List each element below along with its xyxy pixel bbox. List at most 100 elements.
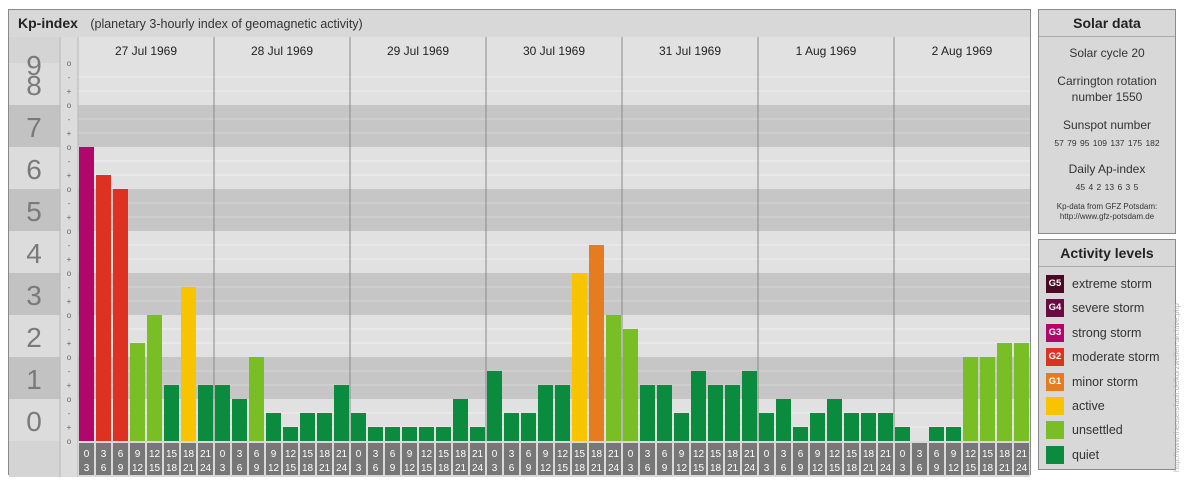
hour-end-label: 21 [727,463,739,474]
kp-bar [487,370,502,441]
kp-bar [198,385,213,441]
band [78,63,1030,105]
hour-start-label: 18 [591,449,603,460]
kp-bar [708,385,723,441]
hour-end-label: 12 [132,463,144,474]
kp-bar [538,385,553,441]
hour-start-label: 9 [679,449,685,460]
hour-start-label: 18 [727,449,739,460]
legend-label: quiet [1072,447,1100,462]
hour-start-label: 0 [628,449,634,460]
hour-start-label: 6 [254,449,260,460]
kp-bar [606,315,621,441]
hour-end-label: 18 [302,463,314,474]
y-tick-label: 6 [26,154,42,185]
y-tick-label: 5 [26,196,42,227]
sunspot-label: Sunspot number [1062,118,1152,132]
hour-end-label: 24 [200,463,212,474]
hour-end-label: 6 [101,463,107,474]
source-line1: Kp-data from GFZ Potsdam: [1056,202,1158,211]
y-tick-label: 3 [26,280,42,311]
hour-end-label: 9 [390,463,396,474]
hour-start-label: 9 [135,449,141,460]
hour-end-label: 6 [781,463,787,474]
ap-values: 45 4 2 13 6 3 5 [1075,182,1139,192]
hour-start-label: 0 [764,449,770,460]
hour-end-label: 15 [149,463,161,474]
hour-end-label: 12 [540,463,552,474]
hour-end-label: 24 [472,463,484,474]
hour-end-label: 24 [336,463,348,474]
kp-bar [946,427,961,441]
activity-levels-panel: Activity levels G5 extreme storm G4 severe … [1038,239,1176,470]
minor-mark: - [68,325,71,334]
hour-start-label: 15 [710,449,722,460]
minor-mark: o [67,227,72,236]
hour-end-label: 9 [526,463,532,474]
solar-data-panel: Solar data Solar cycle 20 Carrington rot… [1038,9,1176,234]
hour-end-label: 9 [798,463,804,474]
hour-start-label: 18 [863,449,875,460]
kp-bar [844,412,859,441]
kp-bar [249,357,264,441]
hour-start-label: 9 [271,449,277,460]
minor-mark: + [67,381,72,390]
kp-bar [215,385,230,441]
hour-end-label: 12 [268,463,280,474]
kp-bar [130,343,145,441]
hour-end-label: 15 [285,463,297,474]
kp-bar [504,412,519,441]
minor-mark: o [67,143,72,152]
hour-start-label: 21 [608,449,620,460]
band [78,273,1030,315]
minor-mark: o [67,59,72,68]
y-tick-label: 2 [26,322,42,353]
hour-end-label: 15 [693,463,705,474]
band [78,231,1030,273]
kp-bar [810,412,825,441]
hour-end-label: 15 [557,463,569,474]
kp-bar [776,399,791,441]
hour-start-label: 15 [846,449,858,460]
hour-start-label: 3 [373,449,379,460]
hour-end-label: 9 [934,463,940,474]
kp-bar [1014,343,1029,441]
hour-start-label: 0 [492,449,498,460]
day-label: 31 Jul 1969 [659,44,721,58]
legend-swatch: G5 [1046,275,1064,293]
hour-start-label: 3 [917,449,923,460]
hour-start-label: 15 [302,449,314,460]
minor-mark: - [68,367,71,376]
minor-mark: o [67,269,72,278]
hour-end-label: 18 [846,463,858,474]
hour-start-label: 0 [220,449,226,460]
solar-cycle: Solar cycle 20 [1069,46,1145,60]
solar-data-body: Solar cycle 20 Carrington rotation numbe… [1039,38,1175,222]
kp-bar [385,427,400,441]
hour-start-label: 9 [815,449,821,460]
minor-mark: - [68,199,71,208]
hour-start-label: 6 [934,449,940,460]
minor-mark: + [67,213,72,222]
kp-bar [266,412,281,441]
hour-start-label: 0 [356,449,362,460]
minor-mark: o [67,353,72,362]
hour-end-label: 6 [373,463,379,474]
hour-start-label: 21 [880,449,892,460]
day-label: 28 Jul 1969 [251,44,313,58]
hour-start-label: 3 [237,449,243,460]
hour-end-label: 18 [574,463,586,474]
y-tick-label: 4 [26,238,42,269]
hour-start-label: 18 [319,449,331,460]
minor-mark: - [68,241,71,250]
kp-chart-panel: Kp-index (planetary 3-hourly index of ge… [8,9,1031,477]
hour-end-label: 3 [492,463,498,474]
band [78,105,1030,147]
hour-start-label: 3 [101,449,107,460]
hour-end-label: 3 [356,463,362,474]
hour-end-label: 21 [319,463,331,474]
minor-mark: - [68,283,71,292]
hour-start-label: 6 [798,449,804,460]
kp-bar [164,385,179,441]
hour-end-label: 3 [84,463,90,474]
